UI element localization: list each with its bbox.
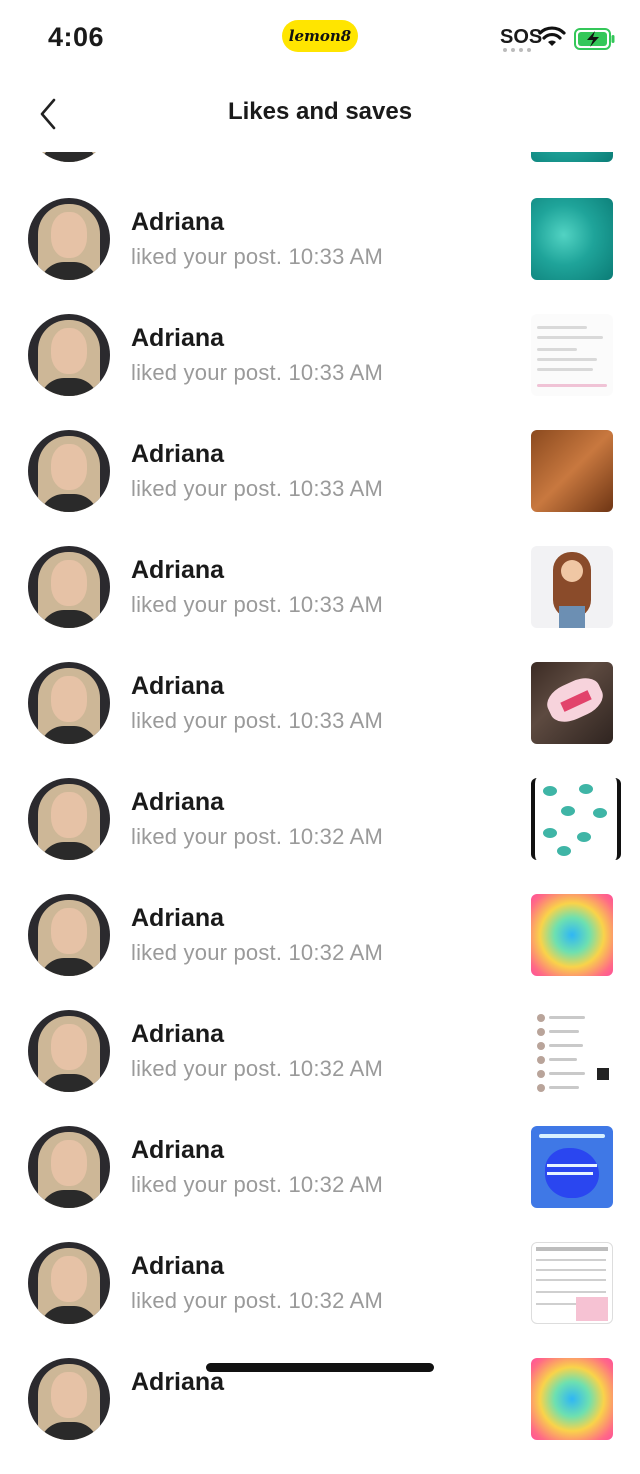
user-name[interactable]: Adriana <box>131 324 224 353</box>
list-item[interactable]: Adriana liked your post. 10:32 AM <box>0 1010 640 1126</box>
notification-list: Adriana liked your post. 10:33 AM Adrian… <box>0 0 640 1440</box>
notification-text: liked your post. 10:33 AM <box>131 360 384 385</box>
avatar[interactable] <box>28 546 110 628</box>
avatar[interactable] <box>28 662 110 744</box>
notification-text: liked your post. 10:33 AM <box>131 244 384 269</box>
list-item[interactable]: Adriana liked your post. 10:33 AM <box>0 662 640 778</box>
list-item-partial-bottom[interactable]: Adriana <box>0 1358 640 1474</box>
list-item[interactable]: Adriana liked your post. 10:32 AM <box>0 778 640 894</box>
list-item[interactable]: Adriana liked your post. 10:33 AM <box>0 546 640 662</box>
notification-text: liked your post. 10:32 AM <box>131 1288 384 1313</box>
post-thumbnail[interactable] <box>531 1242 613 1324</box>
notification-text: liked your post. 10:32 AM <box>131 1056 384 1081</box>
notification-text: liked your post. 10:32 AM <box>131 940 384 965</box>
avatar[interactable] <box>28 894 110 976</box>
post-thumbnail[interactable] <box>531 546 613 628</box>
user-name[interactable]: Adriana <box>131 1252 224 1281</box>
page-title: Likes and saves <box>227 98 413 125</box>
post-thumbnail[interactable] <box>531 662 613 744</box>
avatar[interactable] <box>28 1010 110 1092</box>
avatar[interactable] <box>28 198 110 280</box>
list-item[interactable]: Adriana liked your post. 10:32 AM <box>0 1126 640 1242</box>
user-name[interactable]: Adriana <box>131 208 224 237</box>
notification-text: liked your post. 10:33 AM <box>131 708 384 733</box>
avatar[interactable] <box>28 1242 110 1324</box>
list-item[interactable]: Adriana liked your post. 10:33 AM <box>0 198 640 314</box>
avatar[interactable] <box>28 778 110 860</box>
post-thumbnail[interactable] <box>531 430 613 512</box>
user-name[interactable]: Adriana <box>131 672 224 701</box>
list-item[interactable]: Adriana liked your post. 10:33 AM <box>0 314 640 430</box>
avatar[interactable] <box>28 430 110 512</box>
notification-text: liked your post. 10:33 AM <box>131 476 384 501</box>
user-name[interactable]: Adriana <box>131 1136 224 1165</box>
post-thumbnail[interactable] <box>531 1126 613 1208</box>
avatar[interactable] <box>28 1358 110 1440</box>
avatar[interactable] <box>28 1126 110 1208</box>
user-name[interactable]: Adriana <box>131 440 224 469</box>
post-thumbnail[interactable] <box>531 314 613 396</box>
post-thumbnail[interactable] <box>531 1358 613 1440</box>
list-item[interactable]: Adriana liked your post. 10:32 AM <box>0 1242 640 1358</box>
notification-text: liked your post. 10:32 AM <box>131 824 384 849</box>
post-thumbnail[interactable] <box>531 778 621 860</box>
home-indicator[interactable] <box>206 1363 434 1372</box>
notification-text: liked your post. 10:33 AM <box>131 592 384 617</box>
avatar[interactable] <box>28 314 110 396</box>
user-name[interactable]: Adriana <box>131 1020 224 1049</box>
user-name[interactable]: Adriana <box>131 1368 224 1397</box>
post-thumbnail[interactable] <box>531 894 613 976</box>
list-item[interactable]: Adriana liked your post. 10:33 AM <box>0 430 640 546</box>
post-thumbnail[interactable] <box>531 198 613 280</box>
user-name[interactable]: Adriana <box>131 556 224 585</box>
list-item[interactable]: Adriana liked your post. 10:32 AM <box>0 894 640 1010</box>
navigation-bar: Likes and saves <box>0 76 640 152</box>
post-thumbnail[interactable] <box>531 1010 613 1092</box>
user-name[interactable]: Adriana <box>131 904 224 933</box>
notification-text: liked your post. 10:32 AM <box>131 1172 384 1197</box>
user-name[interactable]: Adriana <box>131 788 224 817</box>
